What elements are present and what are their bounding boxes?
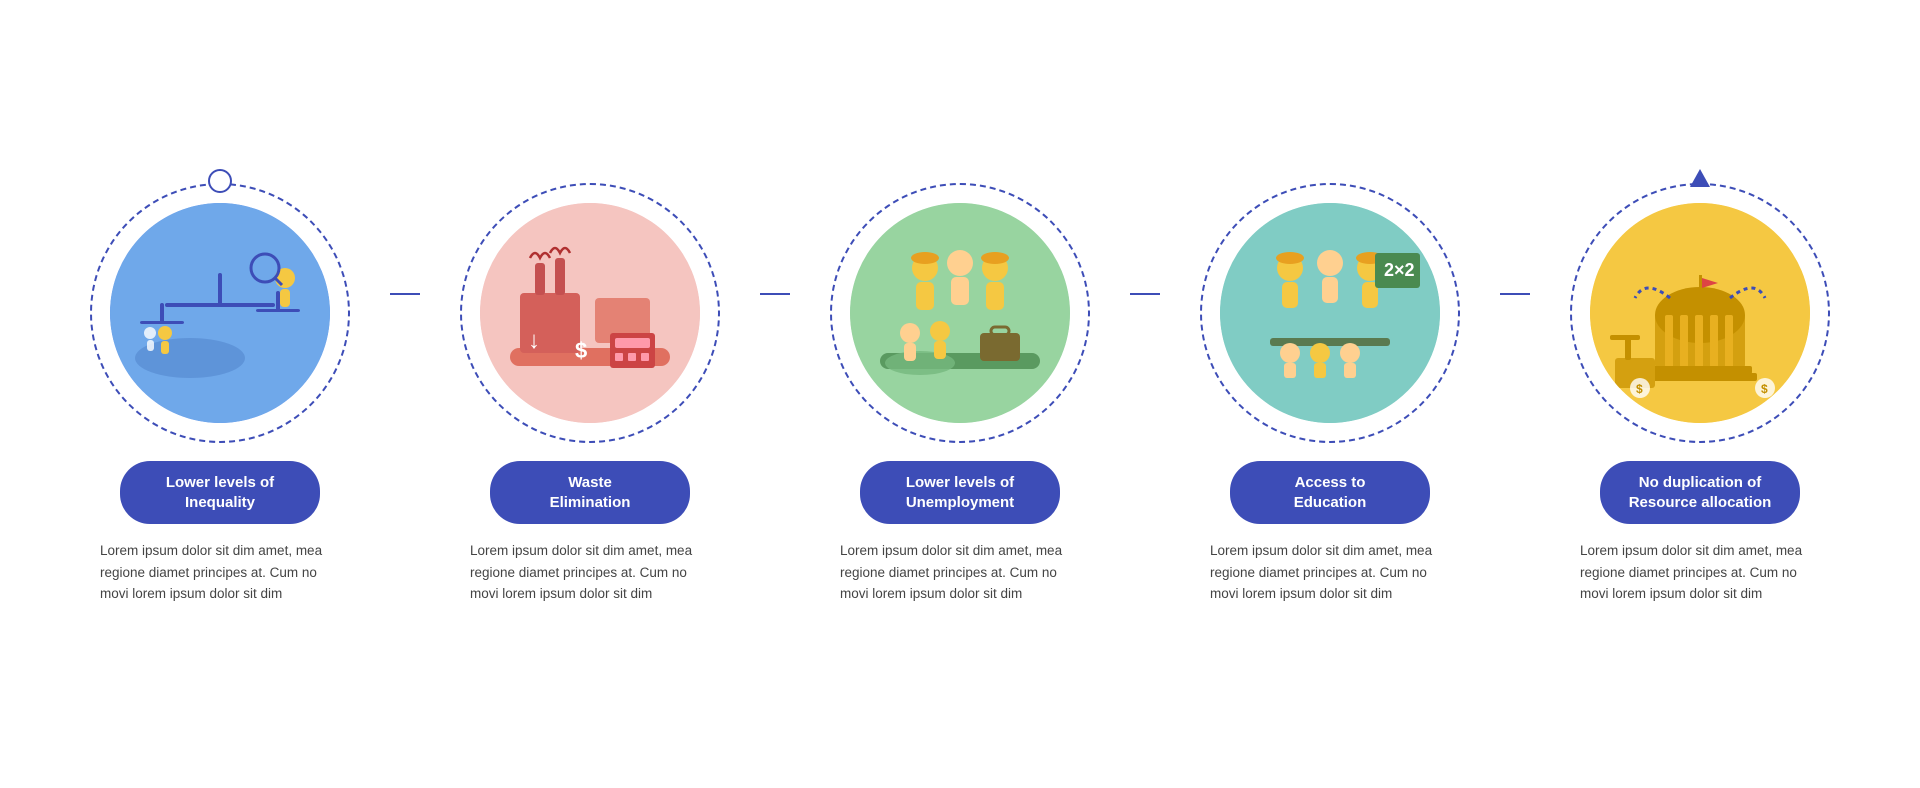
badge-line2-edu: Education	[1294, 494, 1367, 511]
svg-text:2×2: 2×2	[1384, 260, 1415, 280]
badge-resource: No duplication of Resource allocation	[1600, 461, 1800, 524]
card-unemployment: Lower levels of Unemployment Lorem ipsum…	[790, 183, 1130, 605]
circle-resource: $ $	[1570, 183, 1830, 443]
svg-text:$: $	[1636, 382, 1643, 396]
circle-waste: $ ↓	[460, 183, 720, 443]
description-education: Lorem ipsum dolor sit dim amet, mea regi…	[1210, 540, 1450, 605]
badge-unemployment: Lower levels of Unemployment	[860, 461, 1060, 524]
icon-education: 2×2	[1220, 203, 1440, 423]
card-waste: $ ↓ Waste Elimination Lorem ipsum dolor …	[420, 183, 760, 605]
badge-line1-unemp: Lower levels of	[906, 474, 1014, 491]
circle-unemployment	[830, 183, 1090, 443]
description-resource: Lorem ipsum dolor sit dim amet, mea regi…	[1580, 540, 1820, 605]
badge-line1: Lower levels of	[166, 474, 274, 491]
description-unemployment: Lorem ipsum dolor sit dim amet, mea regi…	[840, 540, 1080, 605]
top-connector-triangle	[1690, 169, 1710, 187]
badge-line2-waste: Elimination	[550, 494, 631, 511]
circle-inequality	[90, 183, 350, 443]
connector-4	[1500, 293, 1530, 295]
icon-inequality	[110, 203, 330, 423]
icon-unemployment	[850, 203, 1070, 423]
top-connector-circle	[208, 169, 232, 193]
badge-waste: Waste Elimination	[490, 461, 690, 524]
description-waste: Lorem ipsum dolor sit dim amet, mea regi…	[470, 540, 710, 605]
badge-education: Access to Education	[1230, 461, 1430, 524]
infographic: Lower levels of Inequality Lorem ipsum d…	[60, 153, 1860, 635]
svg-text:$: $	[575, 338, 587, 363]
description-inequality: Lorem ipsum dolor sit dim amet, mea regi…	[100, 540, 340, 605]
icon-waste: $ ↓	[480, 203, 700, 423]
connector-2	[760, 293, 790, 295]
card-education: 2×2 Access to Education Lorem ipsum dolo…	[1160, 183, 1500, 605]
svg-text:↓: ↓	[528, 327, 540, 354]
svg-text:$: $	[1761, 382, 1768, 396]
badge-line2: Inequality	[185, 494, 255, 511]
badge-line1-waste: Waste	[568, 474, 612, 491]
badge-line1-edu: Access to	[1295, 474, 1366, 491]
badge-line2-res: Resource allocation	[1629, 494, 1772, 511]
badge-line2-unemp: Unemployment	[906, 494, 1014, 511]
card-resource: $ $ No duplication of Resource allocatio…	[1530, 183, 1870, 605]
icon-resource: $ $	[1590, 203, 1810, 423]
badge-inequality: Lower levels of Inequality	[120, 461, 320, 524]
circle-education: 2×2	[1200, 183, 1460, 443]
connector-1	[390, 293, 420, 295]
card-inequality: Lower levels of Inequality Lorem ipsum d…	[50, 183, 390, 605]
badge-line1-res: No duplication of	[1639, 474, 1761, 491]
connector-3	[1130, 293, 1160, 295]
